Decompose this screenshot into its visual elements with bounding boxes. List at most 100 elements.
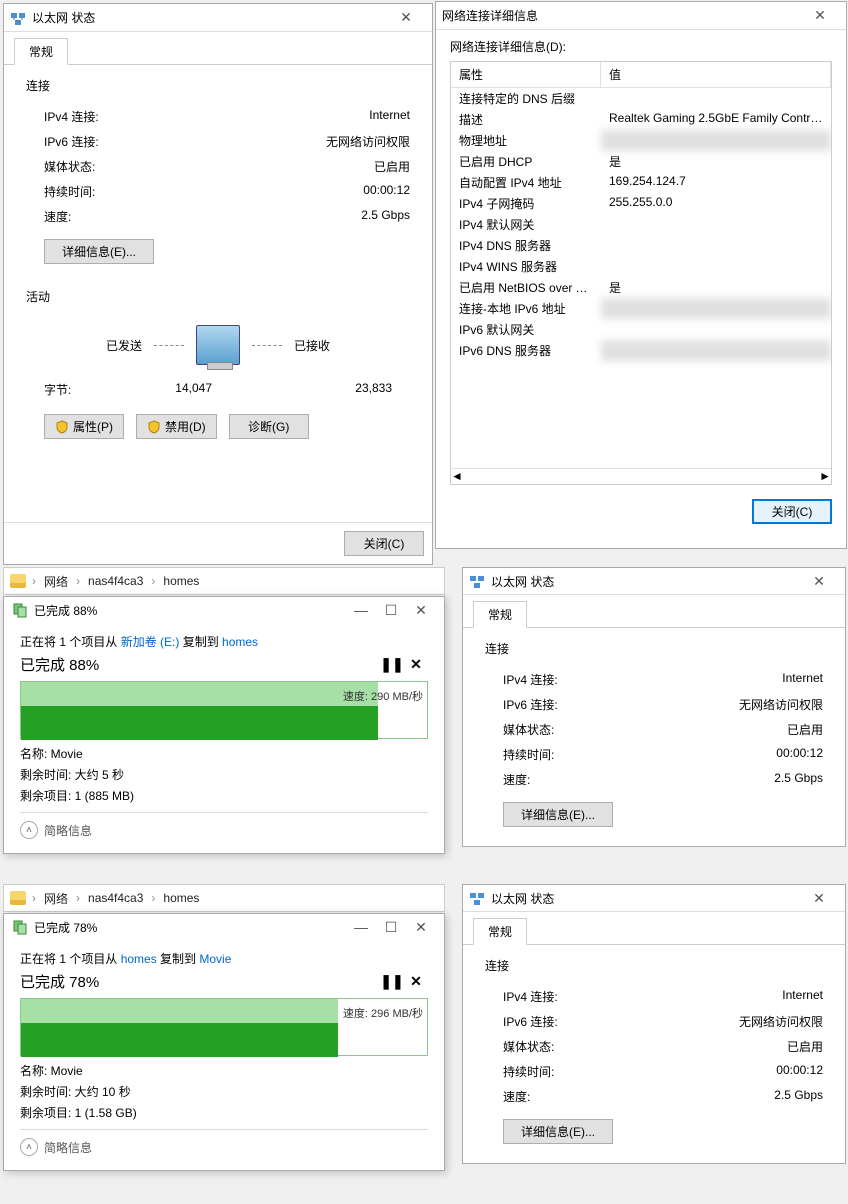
recv-label: 已接收	[294, 337, 330, 354]
detail-row[interactable]: IPv4 DNS 服务器	[451, 235, 831, 256]
duration-label: 持续时间:	[44, 183, 280, 200]
explorer-breadcrumb-1[interactable]: › 网络 › nas4f4ca3 › homes	[3, 567, 445, 595]
detail-row[interactable]: 连接-本地 IPv6 地址████████	[451, 298, 831, 319]
breadcrumb-folder[interactable]: homes	[161, 574, 201, 588]
window-title: 以太网 状态	[491, 573, 799, 590]
copy-description: 正在将 1 个项目从 新加卷 (E:) 复制到 homes	[20, 633, 428, 650]
pause-button[interactable]: ❚❚	[380, 656, 404, 673]
detail-prop: 描述	[451, 109, 601, 130]
remaining-items-row: 剩余项目: 1 (885 MB)	[20, 787, 428, 804]
detail-row[interactable]: 描述Realtek Gaming 2.5GbE Family Controlle…	[451, 109, 831, 130]
col-value[interactable]: 值	[601, 62, 831, 87]
detail-prop: 连接特定的 DNS 后缀	[451, 88, 601, 109]
fewer-details-button[interactable]: ˄ 简略信息	[20, 1138, 428, 1156]
cancel-button[interactable]: ✕	[404, 973, 428, 990]
completed-text: 已完成 88%	[20, 654, 380, 675]
details-button[interactable]: 详细信息(E)...	[44, 239, 154, 264]
tab-general[interactable]: 常规	[473, 601, 527, 628]
close-icon[interactable]: ✕	[800, 3, 840, 29]
source-link[interactable]: 新加卷 (E:)	[121, 635, 180, 649]
pause-button[interactable]: ❚❚	[380, 973, 404, 990]
detail-row[interactable]: 物理地址████████	[451, 130, 831, 151]
minimize-icon[interactable]: —	[346, 602, 376, 618]
dest-link[interactable]: homes	[222, 635, 258, 649]
speed-label: 速度:	[44, 208, 280, 225]
detail-row[interactable]: IPv6 DNS 服务器████████	[451, 340, 831, 361]
source-link[interactable]: homes	[121, 952, 157, 966]
detail-row[interactable]: IPv4 默认网关	[451, 214, 831, 235]
close-icon[interactable]: ✕	[799, 568, 839, 594]
close-button[interactable]: 关闭(C)	[344, 531, 424, 556]
speed-label: 速度:	[503, 771, 693, 788]
detail-val: 169.254.124.7	[601, 172, 831, 193]
copy-description: 正在将 1 个项目从 homes 复制到 Movie	[20, 950, 428, 967]
explorer-breadcrumb-2[interactable]: › 网络 › nas4f4ca3 › homes	[3, 884, 445, 912]
breadcrumb-network[interactable]: 网络	[42, 890, 70, 907]
detail-row[interactable]: 已启用 NetBIOS over Tc...是	[451, 277, 831, 298]
copy-icon	[12, 919, 28, 935]
detail-val	[601, 319, 831, 340]
details-body[interactable]: 连接特定的 DNS 后缀描述Realtek Gaming 2.5GbE Fami…	[451, 88, 831, 468]
network-icon	[10, 10, 26, 26]
maximize-icon[interactable]: ☐	[376, 919, 406, 936]
tab-general[interactable]: 常规	[473, 918, 527, 945]
cancel-button[interactable]: ✕	[404, 656, 428, 673]
tab-general[interactable]: 常规	[14, 38, 68, 65]
copy-title: 已完成 88%	[34, 602, 346, 619]
disable-button[interactable]: 禁用(D)	[136, 414, 217, 439]
dest-link[interactable]: Movie	[199, 952, 231, 966]
detail-val: Realtek Gaming 2.5GbE Family Controller	[601, 109, 831, 130]
media-label: 媒体状态:	[503, 721, 693, 738]
detail-prop: IPv4 子网掩码	[451, 193, 601, 214]
detail-val	[601, 214, 831, 235]
breadcrumb-folder[interactable]: homes	[161, 891, 201, 905]
copy-progress-graph: 速度: 290 MB/秒	[20, 681, 428, 739]
details-heading: 网络连接详细信息(D):	[436, 30, 846, 61]
detail-prop: 已启用 NetBIOS over Tc...	[451, 277, 601, 298]
name-row: 名称: Movie	[20, 1062, 428, 1079]
window-title: 网络连接详细信息	[442, 7, 800, 24]
detail-row[interactable]: 自动配置 IPv4 地址169.254.124.7	[451, 172, 831, 193]
tab-row: 常规	[4, 32, 432, 65]
detail-row[interactable]: IPv6 默认网关	[451, 319, 831, 340]
close-icon[interactable]: ✕	[406, 919, 436, 936]
details-button[interactable]: 详细信息(E)...	[503, 1119, 613, 1144]
ethernet-status-window-1: 以太网 状态 ✕ 常规 连接 IPv4 连接:Internet IPv6 连接:…	[3, 3, 433, 565]
minimize-icon[interactable]: —	[346, 919, 376, 935]
ethernet-status-window-2: 以太网 状态 ✕ 常规 连接 IPv4 连接:Internet IPv6 连接:…	[462, 567, 846, 847]
detail-row[interactable]: 已启用 DHCP是	[451, 151, 831, 172]
breadcrumb-host[interactable]: nas4f4ca3	[86, 891, 145, 905]
chevron-up-icon: ˄	[20, 1138, 38, 1156]
breadcrumb-network[interactable]: 网络	[42, 573, 70, 590]
close-icon[interactable]: ✕	[386, 5, 426, 31]
copy-dialog-1: 已完成 88% — ☐ ✕ 正在将 1 个项目从 新加卷 (E:) 复制到 ho…	[3, 596, 445, 854]
detail-row[interactable]: 连接特定的 DNS 后缀	[451, 88, 831, 109]
detail-val	[601, 88, 831, 109]
close-icon[interactable]: ✕	[799, 885, 839, 911]
properties-button[interactable]: 属性(P)	[44, 414, 124, 439]
detail-row[interactable]: IPv4 WINS 服务器	[451, 256, 831, 277]
ipv4-label: IPv4 连接:	[503, 988, 693, 1005]
breadcrumb-host[interactable]: nas4f4ca3	[86, 574, 145, 588]
shield-icon	[55, 420, 69, 434]
col-property[interactable]: 属性	[451, 62, 601, 87]
media-value: 已启用	[693, 1038, 823, 1055]
ipv4-value: Internet	[693, 988, 823, 1005]
window-title: 以太网 状态	[491, 890, 799, 907]
close-button[interactable]: 关闭(C)	[752, 499, 832, 524]
name-row: 名称: Movie	[20, 745, 428, 762]
ipv4-label: IPv4 连接:	[44, 108, 280, 125]
titlebar: 以太网 状态 ✕	[463, 885, 845, 912]
detail-row[interactable]: IPv4 子网掩码255.255.0.0	[451, 193, 831, 214]
computer-icon	[196, 325, 240, 365]
network-details-window: 网络连接详细信息 ✕ 网络连接详细信息(D): 属性 值 连接特定的 DNS 后…	[435, 1, 847, 549]
diagnose-button[interactable]: 诊断(G)	[229, 414, 309, 439]
fewer-details-button[interactable]: ˄ 简略信息	[20, 821, 428, 839]
maximize-icon[interactable]: ☐	[376, 602, 406, 619]
media-value: 已启用	[693, 721, 823, 738]
copy-icon	[12, 602, 28, 618]
close-icon[interactable]: ✕	[406, 602, 436, 619]
titlebar: 以太网 状态 ✕	[463, 568, 845, 595]
duration-label: 持续时间:	[503, 746, 693, 763]
details-button[interactable]: 详细信息(E)...	[503, 802, 613, 827]
